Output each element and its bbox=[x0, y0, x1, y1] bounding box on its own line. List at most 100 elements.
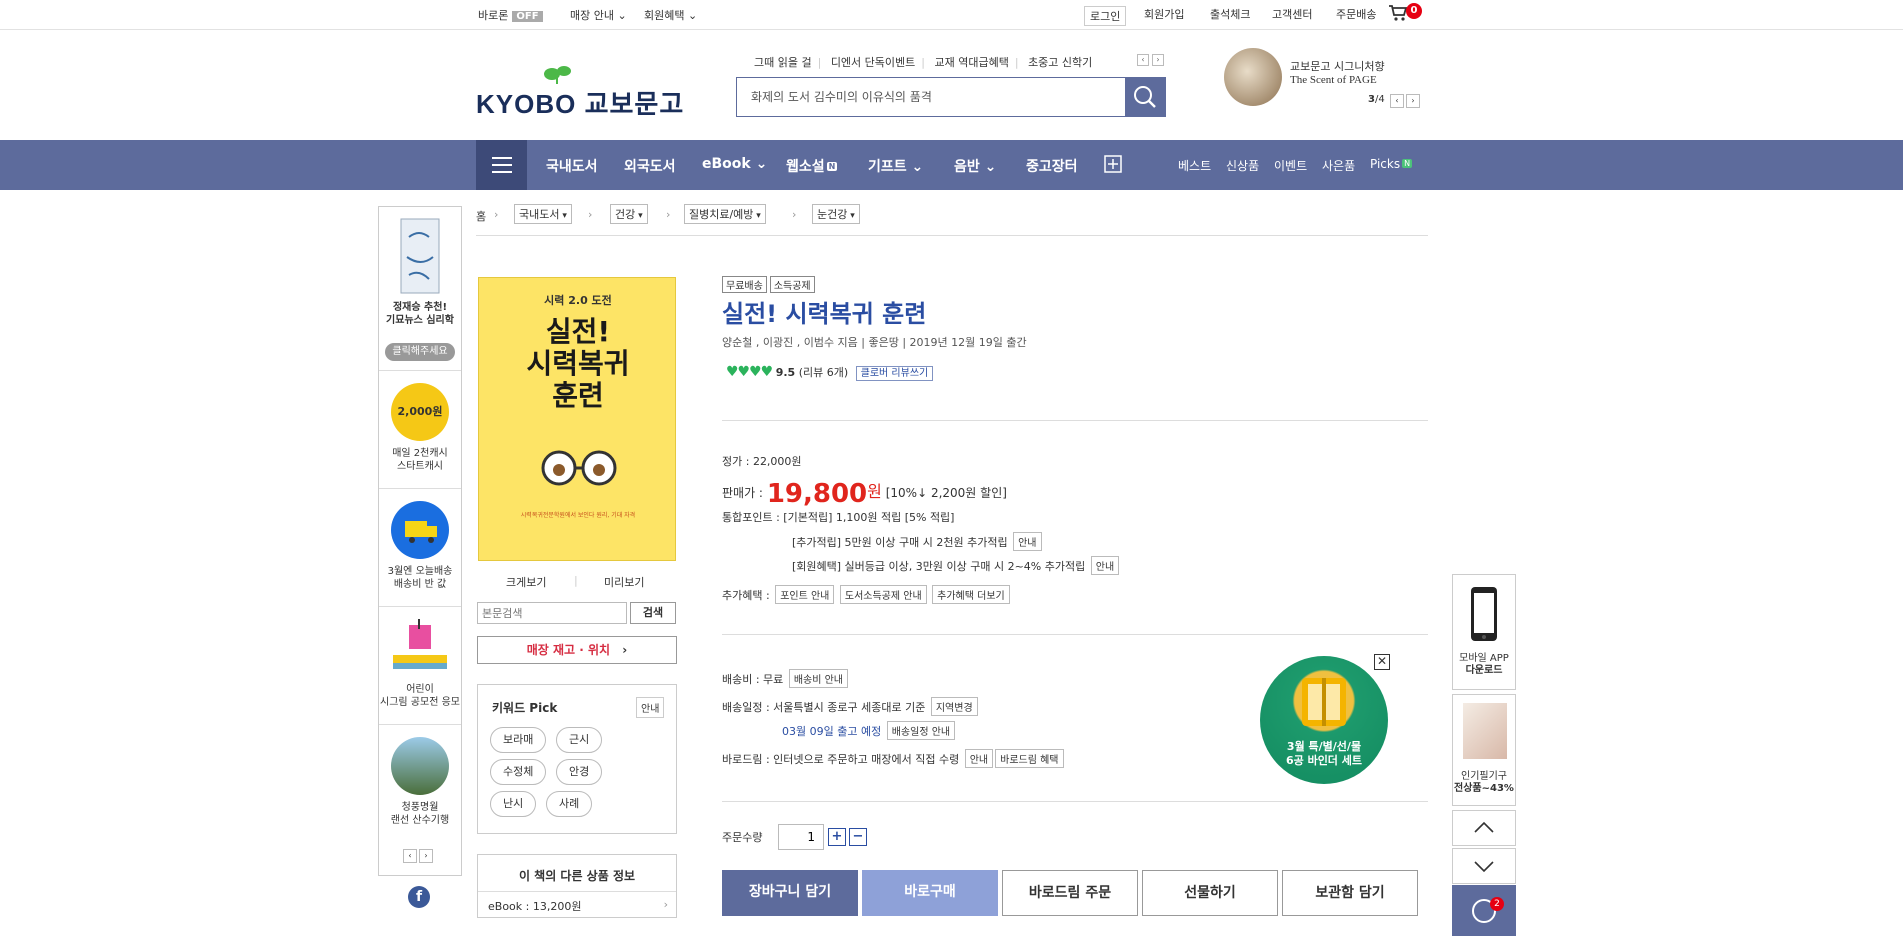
left-banner-2[interactable]: 2,000원 매일 2천캐시 스타트캐시 bbox=[379, 371, 461, 489]
search-box bbox=[736, 77, 1166, 117]
discount-info: [10%↓ 2,200원 할인] bbox=[885, 486, 1007, 500]
nav-picks[interactable]: Picks N bbox=[1370, 157, 1413, 171]
zoom-link[interactable]: 크게보기 bbox=[506, 574, 546, 590]
header-link-1[interactable]: 그때 읽을 걸 bbox=[754, 56, 812, 69]
more-benefits-button[interactable]: 추가혜택 더보기 bbox=[932, 585, 1010, 604]
mobile-app-banner[interactable]: 모바일 APP 다운로드 bbox=[1452, 574, 1516, 690]
breadcrumb-health[interactable]: 건강 bbox=[610, 204, 648, 224]
order-delivery-link[interactable]: 주문배송 bbox=[1336, 6, 1376, 22]
left-banner-1[interactable]: 정재승 추천! 기묘뉴스 심리학 클릭해주세요 bbox=[379, 207, 461, 371]
keyword-chip[interactable]: 사례 bbox=[546, 791, 593, 817]
breadcrumb-disease[interactable]: 질병치료/예방 bbox=[684, 204, 766, 224]
nav-music[interactable]: 음반 ⌄ bbox=[954, 156, 996, 176]
add-to-cart-button[interactable]: 장바구니 담기 bbox=[722, 870, 858, 916]
content-search-button[interactable]: 검색 bbox=[630, 602, 676, 624]
schedule-info-button[interactable]: 배송일정 안내 bbox=[886, 721, 956, 740]
cart-icon[interactable] bbox=[1388, 4, 1408, 26]
binder-promo-ad[interactable]: 3월 특/별/선/물 6공 바인더 세트 bbox=[1260, 656, 1388, 784]
book-thumbnail bbox=[400, 218, 440, 294]
sale-price-row: 판매가 : 19,800원 [10%↓ 2,200원 할인] bbox=[722, 479, 1007, 509]
write-review-button[interactable]: 클로버 리뷰쓰기 bbox=[855, 366, 934, 381]
book-cover[interactable]: 시력 2.0 도전 실전! 시력복귀 훈련 시력복귀전문학원에서 보인다 원리, 기… bbox=[478, 277, 676, 561]
content-search-box bbox=[477, 602, 627, 624]
header-links-prev-button[interactable]: ‹ bbox=[1137, 54, 1149, 66]
search-icon bbox=[1134, 86, 1156, 108]
deduction-info-button[interactable]: 도서소득공제 안내 bbox=[839, 585, 927, 604]
point-info-button[interactable]: 포인트 안내 bbox=[775, 585, 835, 604]
member-benefit-menu[interactable]: 회원혜택 ⌄ bbox=[644, 7, 697, 23]
promo-next-button[interactable]: › bbox=[1406, 94, 1420, 108]
store-info-menu[interactable]: 매장 안내 ⌄ bbox=[570, 7, 627, 23]
keyword-chip[interactable]: 안경 bbox=[556, 759, 603, 785]
quantity-input[interactable] bbox=[779, 825, 823, 849]
keyword-chip[interactable]: 난시 bbox=[490, 791, 537, 817]
promo-prev-button[interactable]: ‹ bbox=[1390, 94, 1404, 108]
hamburger-menu-button[interactable] bbox=[476, 140, 527, 190]
pen-promo-banner[interactable]: 인기필기구 전상품~43% bbox=[1452, 694, 1516, 806]
points-extra-info-button[interactable]: 안내 bbox=[1013, 532, 1042, 551]
site-header: KYOBO 교보문고 그때 읽을 걸 | 디엔서 단독이벤트 | 교재 역대급혜택 |… bbox=[0, 30, 1903, 140]
breadcrumb-home[interactable]: 홈 bbox=[476, 208, 486, 224]
left-banner-5[interactable]: 청풍명월 랜선 산수기행 bbox=[379, 725, 461, 843]
breadcrumb-domestic[interactable]: 국내도서 bbox=[514, 204, 572, 224]
left-banner-3[interactable]: 3월엔 오늘배송 배송비 반 값 bbox=[379, 489, 461, 607]
close-ad-icon[interactable]: ✕ bbox=[1374, 654, 1390, 670]
nav-new[interactable]: 신상품 bbox=[1226, 157, 1259, 174]
breadcrumb-eye-health[interactable]: 눈건강 bbox=[812, 204, 860, 224]
header-links-next-button[interactable]: › bbox=[1152, 54, 1164, 66]
chevron-down-icon: ⌄ bbox=[617, 9, 627, 22]
nav-used-market[interactable]: 중고장터 bbox=[1026, 156, 1078, 176]
header-link-3[interactable]: 교재 역대급혜택 bbox=[935, 56, 1009, 69]
quantity-minus-button[interactable]: − bbox=[849, 828, 867, 846]
keyword-chip[interactable]: 보라매 bbox=[490, 727, 547, 753]
content-search-input[interactable] bbox=[478, 603, 626, 623]
region-change-button[interactable]: 지역변경 bbox=[930, 697, 978, 716]
scroll-down-button[interactable] bbox=[1452, 848, 1516, 884]
points-member-info-button[interactable]: 안내 bbox=[1090, 556, 1120, 575]
nav-gift[interactable]: 기프트 ⌄ bbox=[868, 156, 923, 176]
signup-link[interactable]: 회원가입 bbox=[1144, 6, 1184, 22]
nav-webnovel[interactable]: 웹소설 N bbox=[786, 156, 838, 176]
click-please-button[interactable]: 클릭해주세요 bbox=[385, 343, 455, 361]
shipping-fee-info-button[interactable]: 배송비 안내 bbox=[788, 669, 848, 688]
quantity-plus-button[interactable]: + bbox=[828, 828, 846, 846]
buy-now-button[interactable]: 바로구매 bbox=[862, 870, 998, 916]
scroll-up-button[interactable] bbox=[1452, 810, 1516, 846]
nav-add-icon[interactable] bbox=[1104, 155, 1122, 177]
gift-button[interactable]: 선물하기 bbox=[1142, 870, 1278, 916]
left-banner-next-button[interactable]: › bbox=[419, 849, 433, 863]
keyword-chip[interactable]: 수정체 bbox=[490, 759, 547, 785]
baro-toggle[interactable]: 바로론 OFF bbox=[478, 7, 543, 23]
nav-best[interactable]: 베스트 bbox=[1178, 157, 1211, 174]
product-authors: 양순철 , 이광진 , 이범수 지음 | 좋은땅 | 2019년 12월 19일… bbox=[722, 336, 1027, 349]
nav-foreign-books[interactable]: 외국도서 bbox=[624, 156, 676, 176]
left-banner-prev-button[interactable]: ‹ bbox=[403, 849, 417, 863]
login-button[interactable]: 로그인 bbox=[1084, 6, 1127, 26]
barodrim-benefit-button[interactable]: 바로드림 혜택 bbox=[995, 749, 1064, 768]
nav-domestic-books[interactable]: 국내도서 bbox=[546, 156, 598, 176]
keyword-chip[interactable]: 근시 bbox=[556, 727, 603, 753]
header-link-4[interactable]: 초중고 신학기 bbox=[1028, 56, 1092, 69]
nav-event[interactable]: 이벤트 bbox=[1274, 157, 1307, 174]
left-banner-4[interactable]: 어린이 시그림 공모전 응모 bbox=[379, 607, 461, 725]
search-input[interactable] bbox=[737, 78, 1127, 116]
facebook-icon[interactable]: f bbox=[408, 886, 430, 908]
header-promo-banner[interactable]: 교보문고 시그니처향 The Scent of PAGE 3/4 ‹ › bbox=[1224, 48, 1424, 118]
search-button[interactable] bbox=[1125, 78, 1165, 116]
attendance-link[interactable]: 출석체크 bbox=[1210, 6, 1250, 22]
wishlist-button[interactable]: 보관함 담기 bbox=[1282, 870, 1418, 916]
header-link-2[interactable]: 디엔서 단독이벤트 bbox=[831, 56, 915, 69]
nav-gift-items[interactable]: 사은품 bbox=[1322, 157, 1355, 174]
keyword-info-button[interactable]: 안내 bbox=[636, 697, 665, 718]
points-main: 통합포인트 : [기본적립] 1,100원 적립 [5% 적립] bbox=[722, 511, 955, 524]
ebook-link[interactable]: eBook : 13,200원 › bbox=[478, 891, 676, 917]
recent-viewed-button[interactable]: 2 bbox=[1452, 885, 1516, 936]
cart-count-badge: 0 bbox=[1406, 3, 1422, 19]
customer-center-link[interactable]: 고객센터 bbox=[1272, 6, 1312, 22]
free-shipping-tag: 무료배송 bbox=[722, 276, 767, 293]
nav-ebook[interactable]: eBook ⌄ bbox=[702, 156, 767, 172]
store-stock-button[interactable]: 매장 재고 · 위치 › bbox=[477, 636, 677, 664]
barodrim-info-button[interactable]: 안내 bbox=[964, 749, 994, 768]
barodrim-order-button[interactable]: 바로드림 주문 bbox=[1002, 870, 1138, 916]
preview-link[interactable]: 미리보기 bbox=[604, 574, 644, 590]
